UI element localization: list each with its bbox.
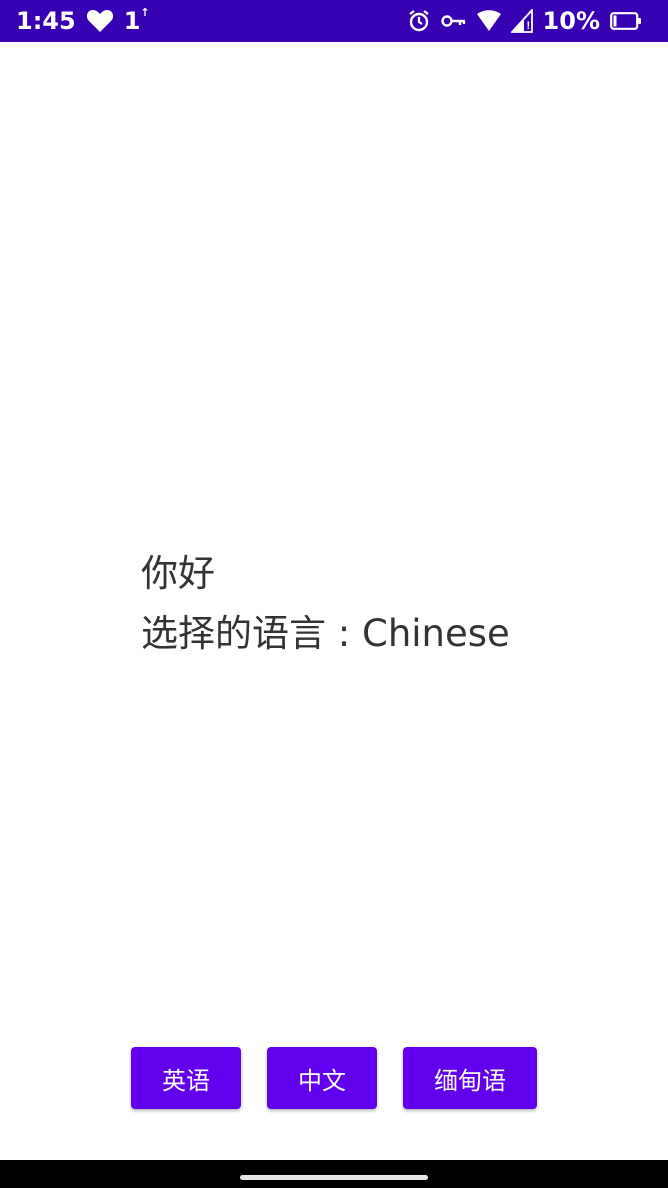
svg-text:!: ! [526, 20, 530, 32]
battery-icon [610, 12, 642, 30]
cellular-signal-icon: ! [510, 9, 533, 33]
status-bar-right: ! 10% [407, 6, 642, 36]
vpn-key-icon [440, 13, 467, 29]
chinese-button[interactable]: 中文 [267, 1047, 377, 1109]
selected-language-text: 选择的语言 : Chinese [141, 612, 510, 655]
battery-percent: 10% [542, 7, 600, 35]
heart-icon [86, 9, 114, 33]
status-bar-left: 1:45 1↑ [16, 6, 150, 36]
data-indicator-label: 1 [123, 7, 141, 35]
language-button-row: 英语 中文 缅甸语 [0, 1047, 668, 1111]
alarm-icon [407, 9, 431, 33]
data-indicator-arrow: ↑ [140, 6, 150, 19]
data-activity-icon: 1↑ [123, 6, 150, 35]
navigation-bar [0, 1160, 668, 1188]
english-button[interactable]: 英语 [131, 1047, 241, 1109]
wifi-icon [476, 10, 501, 32]
burmese-button[interactable]: 缅甸语 [403, 1047, 537, 1109]
status-time: 1:45 [16, 7, 76, 35]
language-display: 你好 选择的语言 : Chinese [141, 544, 510, 664]
status-bar: 1:45 1↑ ! 10% [0, 0, 668, 42]
home-gesture-handle[interactable] [240, 1175, 428, 1180]
app-screen: 1:45 1↑ ! 10% 你好 选择的语言: Chinese 英语 中文 缅… [0, 0, 668, 1188]
greeting-text: 你好 [141, 552, 215, 595]
